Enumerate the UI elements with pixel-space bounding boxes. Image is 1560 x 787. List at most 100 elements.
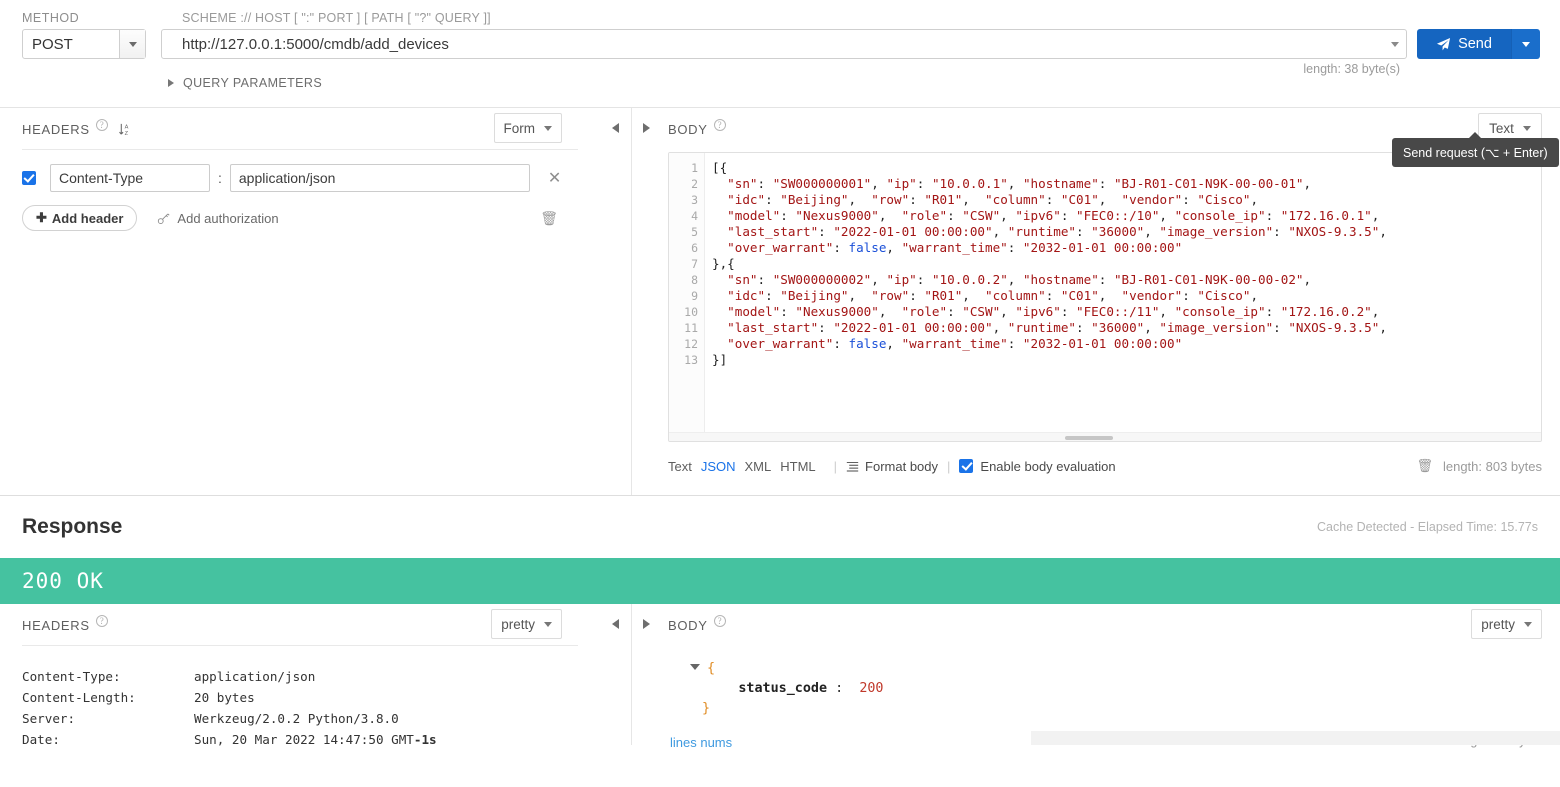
collapse-right-icon[interactable] [643, 123, 650, 133]
delete-all-headers-icon[interactable]: 🗑 [540, 210, 558, 227]
header-value-input[interactable]: application/json [229, 164, 530, 192]
body-type-html[interactable]: HTML [780, 459, 815, 474]
request-headers-title: HEADERS [22, 121, 90, 137]
send-options-button[interactable] [1511, 29, 1540, 59]
collapse-right-icon[interactable] [643, 619, 650, 629]
body-type-xml[interactable]: XML [745, 459, 772, 474]
enable-body-evaluation-label: Enable body evaluation [980, 458, 1116, 474]
query-parameters-toggle[interactable]: QUERY PARAMETERS [168, 76, 322, 90]
add-header-label: Add header [51, 210, 124, 226]
response-header-row: Date: Sun, 20 Mar 2022 14:47:50 GMT -1s [22, 729, 600, 750]
plus-icon: ✚ [36, 210, 47, 225]
response-header-row: Server: Werkzeug/2.0.2 Python/3.8.0 [22, 708, 600, 729]
response-field-value: 200 [859, 681, 884, 696]
response-meta: Cache Detected - Elapsed Time: 15.77s [1317, 520, 1538, 534]
editor-code-line: }] [712, 352, 728, 367]
request-headers-panel: HEADERS ? A Z Form Content-Type: applic… [0, 108, 600, 495]
response-body-line-open: { [690, 659, 884, 679]
header-separator: : [218, 170, 222, 186]
send-button-main[interactable]: Send [1417, 29, 1511, 59]
scrollbar-thumb[interactable] [1065, 436, 1113, 440]
open-brace: { [707, 661, 716, 676]
editor-code-line: "sn": "SW000000001", "ip": "10.0.0.1", "… [727, 176, 1312, 191]
editor-line-number: 1 [691, 161, 698, 175]
method-dropdown-button[interactable] [119, 30, 145, 58]
editor-code[interactable]: [{ "sn": "SW000000001", "ip": "10.0.0.1"… [705, 153, 1541, 432]
editor-line-number: 9 [691, 289, 698, 303]
request-body-view-mode-label: Text [1489, 120, 1514, 136]
format-body-button[interactable]: Format body [846, 459, 938, 474]
response-body-header: BODY ? pretty [664, 604, 1560, 646]
clear-body-icon[interactable]: 🗑 [1416, 458, 1433, 474]
header-enabled-checkbox[interactable] [22, 171, 36, 185]
editor-code-line: "idc": "Beijing", "row": "R01", "column"… [727, 288, 1259, 303]
editor-code-line: "model": "Nexus9000", "role": "CSW", "ip… [727, 304, 1380, 319]
chevron-down-icon [1522, 125, 1531, 131]
response-headers-header: HEADERS ? pretty [0, 604, 600, 646]
editor-code-line: "idc": "Beijing", "row": "R01", "column"… [727, 192, 1259, 207]
editor-code-line: "last_start": "2022-01-01 00:00:00", "ru… [727, 224, 1387, 239]
add-header-button[interactable]: ✚ Add header [22, 205, 138, 231]
request-headers-header: HEADERS ? A Z Form [0, 108, 600, 150]
divider: | [947, 458, 951, 474]
url-length-label: length: 38 byte(s) [1303, 62, 1400, 76]
header-name-input[interactable]: Content-Type [50, 164, 210, 192]
request-headers-view-mode[interactable]: Form [493, 113, 562, 143]
body-type-json[interactable]: JSON [701, 459, 736, 474]
response-header-value: application/json [194, 669, 316, 684]
response-headers-list: Content-Type: application/json Content-Len… [0, 646, 600, 750]
request-top-bar: METHOD SCHEME :// HOST [ ":" PORT ] [ PA… [0, 0, 1560, 108]
response-title: Response [22, 515, 123, 538]
response-field-key: status_code [738, 681, 828, 696]
send-button[interactable]: Send [1417, 29, 1540, 59]
request-body-length-area: 🗑 length: 803 bytes [1416, 458, 1542, 474]
key-icon [158, 213, 170, 224]
editor-line-number: 13 [684, 353, 698, 367]
editor-line-numbers: 1 2 3 4 5 6 7 8 9 10 11 12 13 [669, 153, 705, 432]
method-value: POST [32, 35, 73, 53]
url-input[interactable]: http://127.0.0.1:5000/cmdb/add_devices [161, 29, 1407, 59]
enable-body-evaluation-checkbox[interactable] [959, 459, 974, 473]
chevron-down-icon[interactable] [1391, 41, 1399, 47]
response-header-value: Werkzeug/2.0.2 Python/3.8.0 [194, 711, 399, 726]
request-body-editor[interactable]: 1 2 3 4 5 6 7 8 9 10 11 12 13 [{ "sn": "SW000000001"… [668, 152, 1542, 442]
collapse-left-icon[interactable] [612, 123, 619, 133]
collapse-left-icon[interactable] [612, 619, 619, 629]
response-body-view-mode[interactable]: pretty [1471, 609, 1542, 639]
response-header-row: Content-Type: application/json [22, 666, 600, 687]
editor-horizontal-scrollbar[interactable] [669, 432, 1541, 441]
help-icon[interactable]: ? [95, 119, 108, 131]
lines-nums-link[interactable]: lines nums [670, 735, 732, 750]
body-type-text[interactable]: Text [668, 459, 692, 474]
method-label: METHOD [22, 11, 80, 25]
format-body-label: Format body [865, 458, 939, 474]
response-status-bar: 200 OK [0, 558, 1560, 604]
response-header-row: Content-Length: 20 bytes [22, 687, 600, 708]
help-icon[interactable]: ? [713, 615, 726, 627]
remove-header-icon[interactable]: ✕ [548, 168, 561, 188]
editor-line-number: 10 [684, 305, 698, 319]
editor-line-number: 6 [691, 241, 698, 255]
help-icon[interactable]: ? [713, 119, 726, 131]
divider [22, 645, 578, 646]
response-bottom-scrollbar[interactable] [1031, 731, 1560, 745]
chevron-down-icon [1524, 621, 1532, 627]
svg-text:Z: Z [124, 131, 128, 137]
sort-az-icon[interactable]: A Z [118, 122, 133, 137]
response-field-separator: : [835, 681, 844, 696]
add-authorization-button[interactable]: Add authorization [157, 211, 279, 226]
divider [22, 149, 578, 150]
response-header-suffix: -1s [413, 732, 437, 747]
close-brace: } [702, 701, 711, 716]
method-select[interactable]: POST [22, 29, 146, 59]
response-body-title: BODY [668, 617, 708, 633]
response-headers-view-mode[interactable]: pretty [491, 609, 562, 639]
help-icon[interactable]: ? [95, 615, 108, 627]
response-header-key: Content-Length: [22, 690, 136, 705]
request-body-title: BODY [668, 121, 708, 137]
editor-line-number: 5 [691, 225, 698, 239]
response-headers-view-mode-label: pretty [501, 616, 535, 632]
response-header-key: Date: [22, 732, 60, 747]
enable-body-evaluation-toggle[interactable]: Enable body evaluation [959, 458, 1116, 474]
collapse-node-icon[interactable] [690, 664, 700, 670]
